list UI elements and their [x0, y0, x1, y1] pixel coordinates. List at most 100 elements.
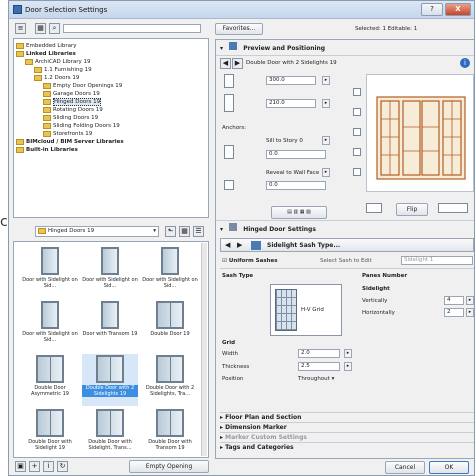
tree-item[interactable]: Hinged Doors 19 [16, 98, 206, 106]
grid-scrollbar[interactable] [201, 243, 207, 456]
library-icon[interactable]: ▦ [35, 23, 46, 34]
prev-object-icon[interactable]: ◀ [220, 58, 231, 69]
search-input[interactable] [63, 24, 201, 33]
object-thumbnail[interactable]: Double Door with Sidelight 19 [22, 408, 78, 457]
tree-item[interactable]: Storefronts 19 [16, 130, 206, 138]
collapsed-section[interactable]: ▸ Floor Plan and Section [220, 412, 474, 422]
zoom-icon[interactable] [353, 148, 361, 156]
thumbnail-view-icon[interactable]: ▦ [179, 226, 190, 237]
width-stepper[interactable]: ▸ [322, 76, 330, 85]
close-button[interactable]: X [445, 3, 471, 16]
divider [216, 55, 474, 56]
tree-item[interactable]: Empty Door Openings 19 [16, 82, 206, 90]
sill-field[interactable]: 0.0 [266, 150, 326, 159]
next-page-icon[interactable]: ▶ [237, 241, 242, 249]
mirror-icon[interactable] [366, 203, 382, 213]
object-thumbnail[interactable]: Door with Sidelight on Sid... [22, 300, 78, 352]
sill-label: Sill to Story 0 [266, 138, 303, 144]
panes-number-label: Panes Number [362, 273, 408, 279]
height-stepper[interactable]: ▸ [322, 99, 330, 108]
info-badge-icon[interactable]: i [460, 58, 470, 68]
anchor-buttons[interactable]: ▤ ▥ ▦ ▧ [271, 206, 327, 219]
sync-icon[interactable]: ↻ [57, 461, 68, 472]
reveal-stepper[interactable]: ▸ [322, 168, 330, 177]
object-thumbnail[interactable]: Double Door with 2 Sidelights, Tra... [142, 354, 198, 406]
list-view-icon[interactable]: ☰ [193, 226, 204, 237]
view-icon[interactable] [353, 88, 361, 96]
sash-type-button[interactable]: Sidelight Sash Type... [267, 242, 340, 249]
add-library-icon[interactable]: + [29, 461, 40, 472]
settings-section-icon [229, 223, 238, 231]
object-thumbnail[interactable]: Door with Transom 19 [82, 300, 138, 352]
object-thumbnail-label: Double Door Asymmetric 19 [31, 385, 69, 397]
grid-position-select[interactable]: Throughout ▾ [298, 376, 354, 382]
height-field[interactable]: 210.0 [266, 99, 316, 108]
vertically-stepper[interactable]: ▸ [466, 296, 474, 305]
width-field[interactable]: 300.0 [266, 76, 316, 85]
vertically-field[interactable]: 4 [444, 296, 464, 305]
search-icon[interactable]: ⌕ [49, 23, 60, 34]
object-thumbnail[interactable]: Double Door with Transom 19 [142, 408, 198, 457]
help-button[interactable]: ? [421, 3, 443, 16]
object-thumbnail-label: Double Door with Transom 19 [148, 439, 192, 451]
sash-preview[interactable]: H-V Grid [270, 284, 342, 336]
info-icon[interactable]: i [43, 461, 54, 472]
collapsed-section[interactable]: ▸ Marker Custom Settings [220, 432, 474, 442]
next-object-icon[interactable]: ▶ [232, 58, 243, 69]
tree-item[interactable]: 1.2 Doors 19 [16, 74, 206, 82]
section-preview[interactable]: ▾ Preview and Positioning [220, 42, 474, 54]
section-icon[interactable] [353, 128, 361, 136]
grid-thickness-field[interactable]: 2.5 [298, 362, 340, 371]
uniform-sashes-checkbox[interactable]: ☑ Uniform Sashes [222, 258, 278, 264]
object-thumbnail[interactable]: Double Door with 2 Sidelights 19 [82, 354, 138, 406]
horizontally-field[interactable]: 2 [444, 308, 464, 317]
sash-grid-image [275, 289, 297, 331]
tree-item[interactable]: ArchiCAD Library 19 [16, 58, 206, 66]
tree-item[interactable]: Sliding Doors 19 [16, 114, 206, 122]
reveal-field[interactable]: 0.0 [266, 181, 326, 190]
sill-stepper[interactable]: ▸ [322, 136, 330, 145]
grid-position-value: Throughout [298, 376, 330, 382]
folder-select[interactable]: Hinged Doors 19 ▾ [35, 226, 159, 237]
empty-opening-button[interactable]: Empty Opening [129, 460, 209, 473]
section-hinged-settings[interactable]: ▾ Hinged Door Settings [220, 223, 474, 235]
ok-button[interactable]: OK [429, 461, 469, 474]
object-thumbnail[interactable]: Double Door with Sidelight, Trans... [82, 408, 138, 457]
collapsed-section[interactable]: ▸ Tags and Categories [220, 442, 474, 452]
select-sash-dropdown[interactable]: Sidelight 1 [401, 256, 473, 265]
sash-preview-label: H-V Grid [301, 307, 324, 313]
tree-item[interactable]: Garage Doors 19 [16, 90, 206, 98]
library-manager-icon[interactable]: ▣ [15, 461, 26, 472]
tree-item[interactable]: Sliding Folding Doors 19 [16, 122, 206, 130]
object-thumbnail[interactable]: Double Door Asymmetric 19 [22, 354, 78, 406]
collapsed-section[interactable]: ▸ Dimension Marker [220, 422, 474, 432]
tree-item[interactable]: 1.1 Furnishing 19 [16, 66, 206, 74]
grid-thickness-stepper[interactable]: ▸ [344, 362, 352, 371]
object-thumbnail[interactable]: Door with Sidelight on Sid... [22, 246, 78, 298]
object-thumbnail[interactable]: Door with Sidelight on Sid... [82, 246, 138, 298]
elevation-icon[interactable] [353, 108, 361, 116]
view-mode-icon[interactable]: ≡ [15, 23, 26, 34]
object-thumbnail-label: Double Door with Sidelight 19 [28, 439, 72, 451]
tree-item[interactable]: BIMcloud / BIM Server Libraries [16, 138, 206, 146]
folder-up-icon[interactable]: ⬑ [165, 226, 176, 237]
grid-icon[interactable] [353, 168, 361, 176]
door-thumbnail-image [36, 409, 64, 437]
flip-button[interactable]: Flip [396, 203, 428, 216]
object-thumbnail[interactable]: Door with Sidelight on Sid... [142, 246, 198, 298]
horizontally-stepper[interactable]: ▸ [466, 308, 474, 317]
grid-width-stepper[interactable]: ▸ [344, 349, 352, 358]
prev-page-icon[interactable]: ◀ [225, 241, 230, 249]
tree-item[interactable]: Rotating Doors 19 [16, 106, 206, 114]
rotate-icon[interactable] [438, 203, 468, 213]
selected-info: Selected: 1 Editable: 1 [355, 26, 418, 32]
grid-thickness-label: Thickness [222, 364, 250, 370]
tree-item[interactable]: Embedded Library [16, 42, 206, 50]
grid-width-field[interactable]: 2.0 [298, 349, 340, 358]
tree-item[interactable]: Linked Libraries [16, 50, 206, 58]
tree-item[interactable]: Built-in Libraries [16, 146, 206, 154]
cancel-button[interactable]: Cancel [385, 461, 425, 474]
folder-icon [43, 98, 51, 105]
object-thumbnail[interactable]: Double Door 19 [142, 300, 198, 352]
favorites-button[interactable]: Favorites... [215, 23, 263, 35]
